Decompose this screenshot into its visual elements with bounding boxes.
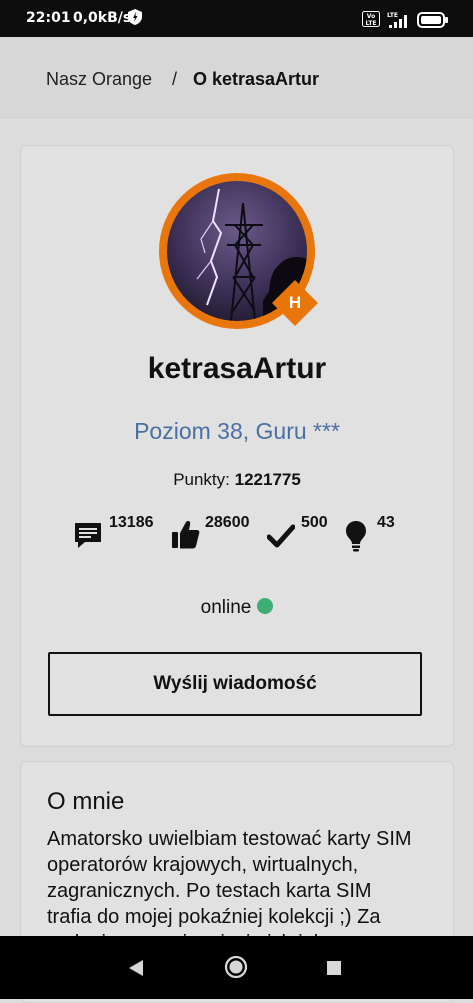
stat-likes-value: 28600 (205, 514, 250, 531)
profile-card: H ketrasaArtur Poziom 38, Guru *** Punkt… (20, 145, 454, 747)
send-message-button[interactable]: Wyślij wiadomość (48, 652, 422, 716)
online-status-label: online (200, 597, 252, 618)
thumbs-up-icon (172, 521, 200, 549)
profile-username: ketrasaArtur (147, 352, 327, 385)
points-value: 1221775 (234, 470, 301, 489)
status-bar: 22:01 0,0kB/s Vo LTE LTE (0, 0, 473, 37)
svg-text:LTE: LTE (387, 12, 398, 19)
breadcrumb-home-link[interactable]: Nasz Orange (46, 69, 152, 90)
checkmark-icon (267, 524, 295, 548)
stat-messages-value: 13186 (109, 514, 154, 531)
svg-text:Vo: Vo (367, 13, 375, 20)
recent-apps-icon[interactable] (326, 960, 342, 976)
stat-ideas-value: 43 (377, 514, 395, 531)
stat-ideas: 43 (345, 512, 415, 552)
svg-text:LTE: LTE (365, 20, 376, 27)
home-icon[interactable] (224, 955, 248, 979)
stat-solutions: 500 (267, 512, 347, 548)
back-icon[interactable] (127, 958, 145, 978)
navigation-bar (0, 936, 473, 999)
online-dot-icon (257, 598, 274, 614)
battery-icon (417, 12, 449, 32)
breadcrumb-separator: / (172, 69, 178, 89)
about-title: O mnie (47, 788, 125, 815)
avatar: H (159, 173, 318, 329)
profile-level[interactable]: Poziom 38, Guru *** (21, 418, 453, 445)
volte-icon: Vo LTE (362, 11, 380, 31)
breadcrumb-current: O ketrasaArtur (193, 69, 320, 89)
lightbulb-icon (346, 521, 366, 552)
shield-icon (128, 9, 142, 29)
stat-likes: 28600 (171, 512, 271, 549)
online-status: online (21, 597, 453, 619)
stat-messages: 13186 (73, 512, 169, 548)
points-label: Punkty: (173, 470, 230, 489)
comment-icon (75, 523, 101, 548)
breadcrumb: Nasz Orange / O ketrasaArtur (0, 37, 473, 118)
status-network-speed: 0,0kB/s (73, 10, 132, 26)
signal-icon: LTE (385, 11, 411, 33)
rank-badge-letter: H (288, 293, 302, 312)
profile-points: Punkty: 1221775 (21, 470, 453, 490)
stat-solutions-value: 500 (301, 514, 328, 531)
status-time: 22:01 (26, 10, 71, 26)
